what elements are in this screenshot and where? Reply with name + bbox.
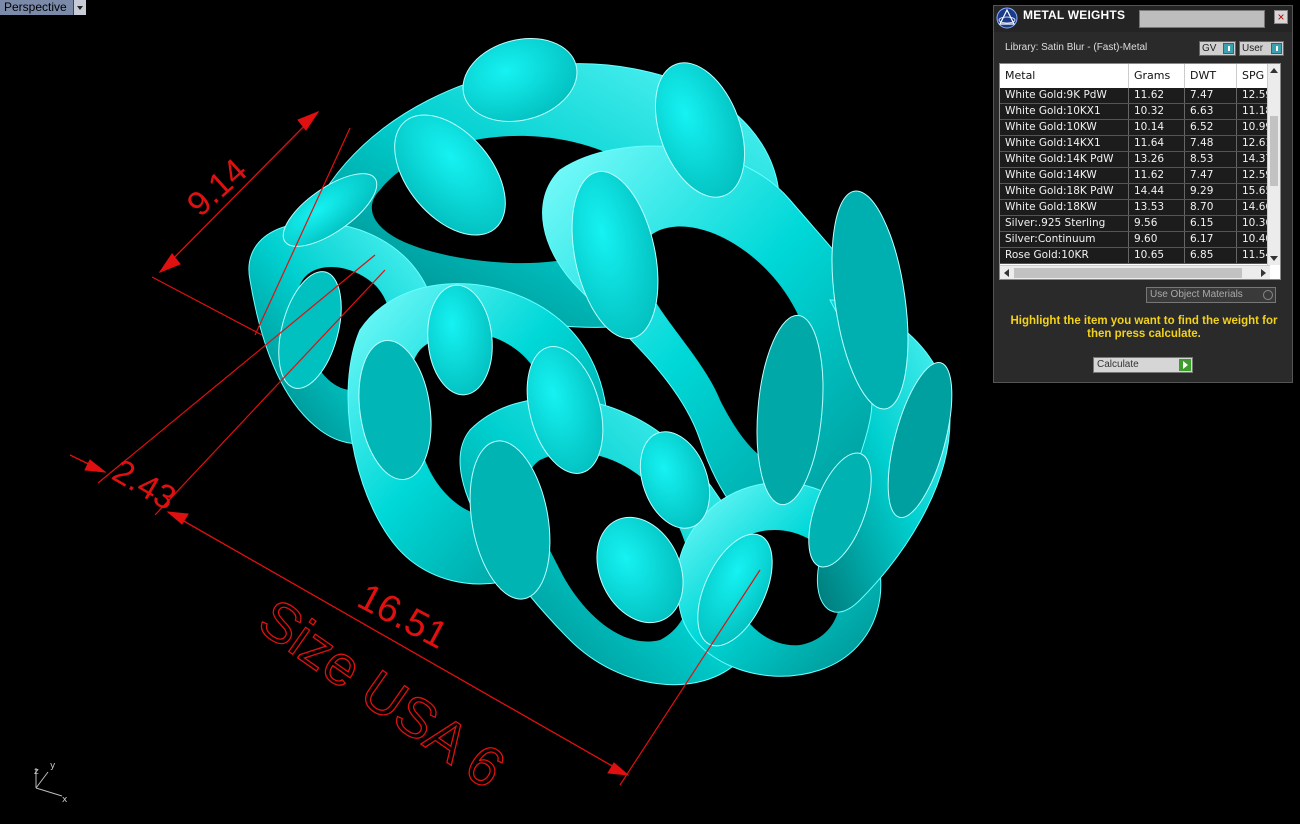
table-row[interactable]: Silver:Continuum 9.60 6.17 10.40 <box>1000 232 1270 248</box>
axis-widget: z y x <box>34 761 68 805</box>
cell-dwt: 7.48 <box>1185 136 1237 151</box>
table-row[interactable]: White Gold:18K PdW 14.44 9.29 15.65 <box>1000 184 1270 200</box>
cell-dwt: 7.47 <box>1185 88 1237 103</box>
scroll-down-icon[interactable] <box>1270 256 1278 261</box>
cell-metal: White Gold:18KW <box>1000 200 1129 215</box>
dimension-label-9-14: 9.14 <box>180 151 255 224</box>
cell-grams: 10.65 <box>1129 248 1185 263</box>
cell-spg: 12.61 <box>1237 136 1270 151</box>
cell-metal: White Gold:10KX1 <box>1000 104 1129 119</box>
axis-label-z: z <box>34 767 39 777</box>
vertical-scrollbar[interactable] <box>1267 64 1280 265</box>
table-row[interactable]: White Gold:10KX1 10.32 6.63 11.18 <box>1000 104 1270 120</box>
gv-toggle-label: GV <box>1202 43 1217 54</box>
cell-grams: 13.53 <box>1129 200 1185 215</box>
scroll-right-icon[interactable] <box>1261 269 1266 277</box>
cell-spg: 11.18 <box>1237 104 1270 119</box>
cell-spg: 12.59 <box>1237 168 1270 183</box>
user-toggle-indicator-icon <box>1271 43 1282 54</box>
table-row[interactable]: White Gold:9K PdW 11.62 7.47 12.59 <box>1000 88 1270 104</box>
table-row[interactable]: White Gold:14K PdW 13.26 8.53 14.37 <box>1000 152 1270 168</box>
use-object-materials-label: Use Object Materials <box>1150 289 1243 300</box>
table-body: White Gold:9K PdW 11.62 7.47 12.59 White… <box>1000 88 1270 264</box>
cell-dwt: 6.63 <box>1185 104 1237 119</box>
title-bar-fill <box>1139 10 1265 28</box>
cell-grams: 10.14 <box>1129 120 1185 135</box>
cell-grams: 14.44 <box>1129 184 1185 199</box>
library-label: Library: Satin Blur - (Fast)-Metal <box>1005 42 1148 53</box>
chain-ring-model <box>248 38 953 686</box>
panel-title: METAL WEIGHTS <box>1023 8 1126 22</box>
cell-grams: 11.64 <box>1129 136 1185 151</box>
cell-dwt: 6.52 <box>1185 120 1237 135</box>
cell-grams: 11.62 <box>1129 168 1185 183</box>
horizontal-scrollbar[interactable] <box>1000 265 1270 279</box>
user-toggle-label: User <box>1242 43 1264 54</box>
table-row[interactable]: White Gold:14KX1 11.64 7.48 12.61 <box>1000 136 1270 152</box>
cell-spg: 14.66 <box>1237 200 1270 215</box>
table-header: Metal Grams DWT SPG <box>1000 64 1270 88</box>
cell-dwt: 6.85 <box>1185 248 1237 263</box>
scroll-up-icon[interactable] <box>1270 68 1278 73</box>
cell-metal: White Gold:10KW <box>1000 120 1129 135</box>
table-row[interactable]: Rose Gold:10KR 10.65 6.85 11.54 <box>1000 248 1270 264</box>
cell-grams: 9.56 <box>1129 216 1185 231</box>
dimension-label-2-43: 2.43 <box>106 452 182 518</box>
cell-dwt: 8.70 <box>1185 200 1237 215</box>
instruction-text: Highlight the item you want to find the … <box>1010 315 1278 340</box>
use-object-materials-toggle[interactable]: Use Object Materials <box>1146 287 1276 303</box>
cell-dwt: 6.17 <box>1185 232 1237 247</box>
column-header-dwt[interactable]: DWT <box>1185 64 1237 88</box>
cell-spg: 12.59 <box>1237 88 1270 103</box>
axis-label-y: y <box>50 761 56 771</box>
cell-metal: White Gold:14KX1 <box>1000 136 1129 151</box>
gv-toggle[interactable]: GV <box>1199 41 1236 56</box>
scroll-left-icon[interactable] <box>1004 269 1009 277</box>
metal-weights-panel: METAL WEIGHTS × Library: Satin Blur - (F… <box>993 5 1293 383</box>
metal-table[interactable]: Metal Grams DWT SPG White Gold:9K PdW 11… <box>999 63 1281 280</box>
vertical-scroll-thumb[interactable] <box>1270 116 1278 186</box>
cell-dwt: 7.47 <box>1185 168 1237 183</box>
cell-spg: 10.40 <box>1237 232 1270 247</box>
radio-indicator-icon <box>1263 290 1273 300</box>
table-row[interactable]: White Gold:14KW 11.62 7.47 12.59 <box>1000 168 1270 184</box>
app-logo-icon <box>996 7 1018 29</box>
calculate-button[interactable]: Calculate <box>1093 357 1193 373</box>
column-header-spg[interactable]: SPG <box>1237 64 1270 88</box>
cell-grams: 10.32 <box>1129 104 1185 119</box>
cell-spg: 15.65 <box>1237 184 1270 199</box>
cell-spg: 10.36 <box>1237 216 1270 231</box>
axis-label-x: x <box>62 795 68 805</box>
cell-metal: Rose Gold:10KR <box>1000 248 1129 263</box>
cell-grams: 11.62 <box>1129 88 1185 103</box>
cell-metal: Silver:Continuum <box>1000 232 1129 247</box>
cell-metal: White Gold:18K PdW <box>1000 184 1129 199</box>
cell-metal: Silver:.925 Sterling <box>1000 216 1129 231</box>
column-header-metal[interactable]: Metal <box>1000 64 1129 88</box>
table-row[interactable]: Silver:.925 Sterling 9.56 6.15 10.36 <box>1000 216 1270 232</box>
table-row[interactable]: White Gold:10KW 10.14 6.52 10.99 <box>1000 120 1270 136</box>
cell-spg: 11.54 <box>1237 248 1270 263</box>
cell-dwt: 6.15 <box>1185 216 1237 231</box>
gv-toggle-indicator-icon <box>1223 43 1234 54</box>
cell-metal: White Gold:14KW <box>1000 168 1129 183</box>
close-icon[interactable]: × <box>1274 10 1288 24</box>
calculate-label: Calculate <box>1097 359 1139 370</box>
play-arrow-icon <box>1179 359 1191 371</box>
panel-title-bar[interactable]: METAL WEIGHTS × <box>994 6 1292 32</box>
horizontal-scroll-thumb[interactable] <box>1014 268 1242 278</box>
cell-dwt: 8.53 <box>1185 152 1237 167</box>
cell-grams: 13.26 <box>1129 152 1185 167</box>
cell-dwt: 9.29 <box>1185 184 1237 199</box>
cell-spg: 14.37 <box>1237 152 1270 167</box>
cell-spg: 10.99 <box>1237 120 1270 135</box>
cell-metal: White Gold:14K PdW <box>1000 152 1129 167</box>
cell-grams: 9.60 <box>1129 232 1185 247</box>
table-row[interactable]: White Gold:18KW 13.53 8.70 14.66 <box>1000 200 1270 216</box>
user-toggle[interactable]: User <box>1239 41 1284 56</box>
cell-metal: White Gold:9K PdW <box>1000 88 1129 103</box>
column-header-grams[interactable]: Grams <box>1129 64 1185 88</box>
